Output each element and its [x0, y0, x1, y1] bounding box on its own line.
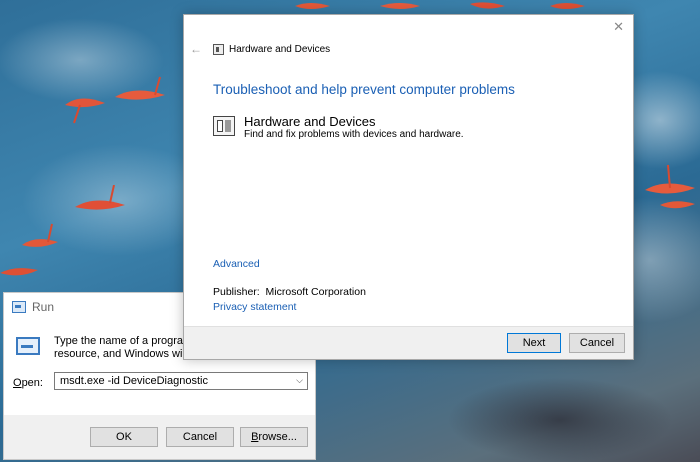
run-footer: OK Cancel Browse...: [4, 415, 315, 459]
close-icon[interactable]: ✕: [613, 19, 624, 35]
flamingo-image: [0, 268, 38, 276]
run-icon: [12, 301, 26, 313]
next-button[interactable]: Next: [507, 333, 561, 353]
page-title: Troubleshoot and help prevent computer p…: [213, 82, 515, 97]
flamingo-image: [75, 185, 125, 210]
hardware-devices-icon: [213, 44, 224, 55]
browse-label: rowse...: [258, 431, 297, 443]
cancel-button[interactable]: Cancel: [166, 427, 234, 447]
back-arrow-icon[interactable]: ←: [190, 42, 202, 56]
ok-button[interactable]: OK: [90, 427, 158, 447]
run-icon: [16, 337, 40, 355]
run-title: Run: [32, 300, 55, 314]
open-label-text: pen:: [21, 377, 43, 389]
flamingo-image: [295, 2, 585, 9]
publisher-value: Microsoft Corporation: [265, 286, 366, 298]
browse-accelerator: B: [251, 431, 259, 443]
advanced-link[interactable]: Advanced: [213, 258, 260, 270]
publisher-label: Publisher:: [213, 286, 260, 298]
troubleshooter-dialog: ✕ ← Hardware and Devices Troubleshoot an…: [183, 14, 634, 360]
open-input-value: msdt.exe -id DeviceDiagnostic: [60, 375, 208, 387]
troubleshooter-footer: Next Cancel: [184, 326, 633, 359]
privacy-statement-link[interactable]: Privacy statement: [213, 301, 296, 313]
flamingo-image: [645, 164, 695, 209]
header-title: Hardware and Devices: [229, 44, 331, 55]
open-label-accelerator: O: [13, 377, 22, 389]
flamingo-image: [22, 223, 58, 247]
flamingo-image: [65, 98, 105, 124]
open-label: Open:: [13, 377, 43, 389]
browse-button[interactable]: Browse...: [240, 427, 308, 447]
flamingo-image: [115, 76, 165, 100]
chevron-down-icon[interactable]: ⌵: [296, 375, 303, 386]
cancel-button[interactable]: Cancel: [569, 333, 625, 353]
publisher-info: Publisher: Microsoft Corporation: [213, 286, 366, 298]
troubleshooter-item-description: Find and fix problems with devices and h…: [244, 129, 464, 140]
open-input[interactable]: msdt.exe -id DeviceDiagnostic ⌵: [54, 372, 308, 390]
troubleshooter-item-title: Hardware and Devices: [244, 114, 376, 129]
hardware-devices-icon: [213, 116, 235, 136]
run-titlebar: Run: [12, 298, 54, 316]
